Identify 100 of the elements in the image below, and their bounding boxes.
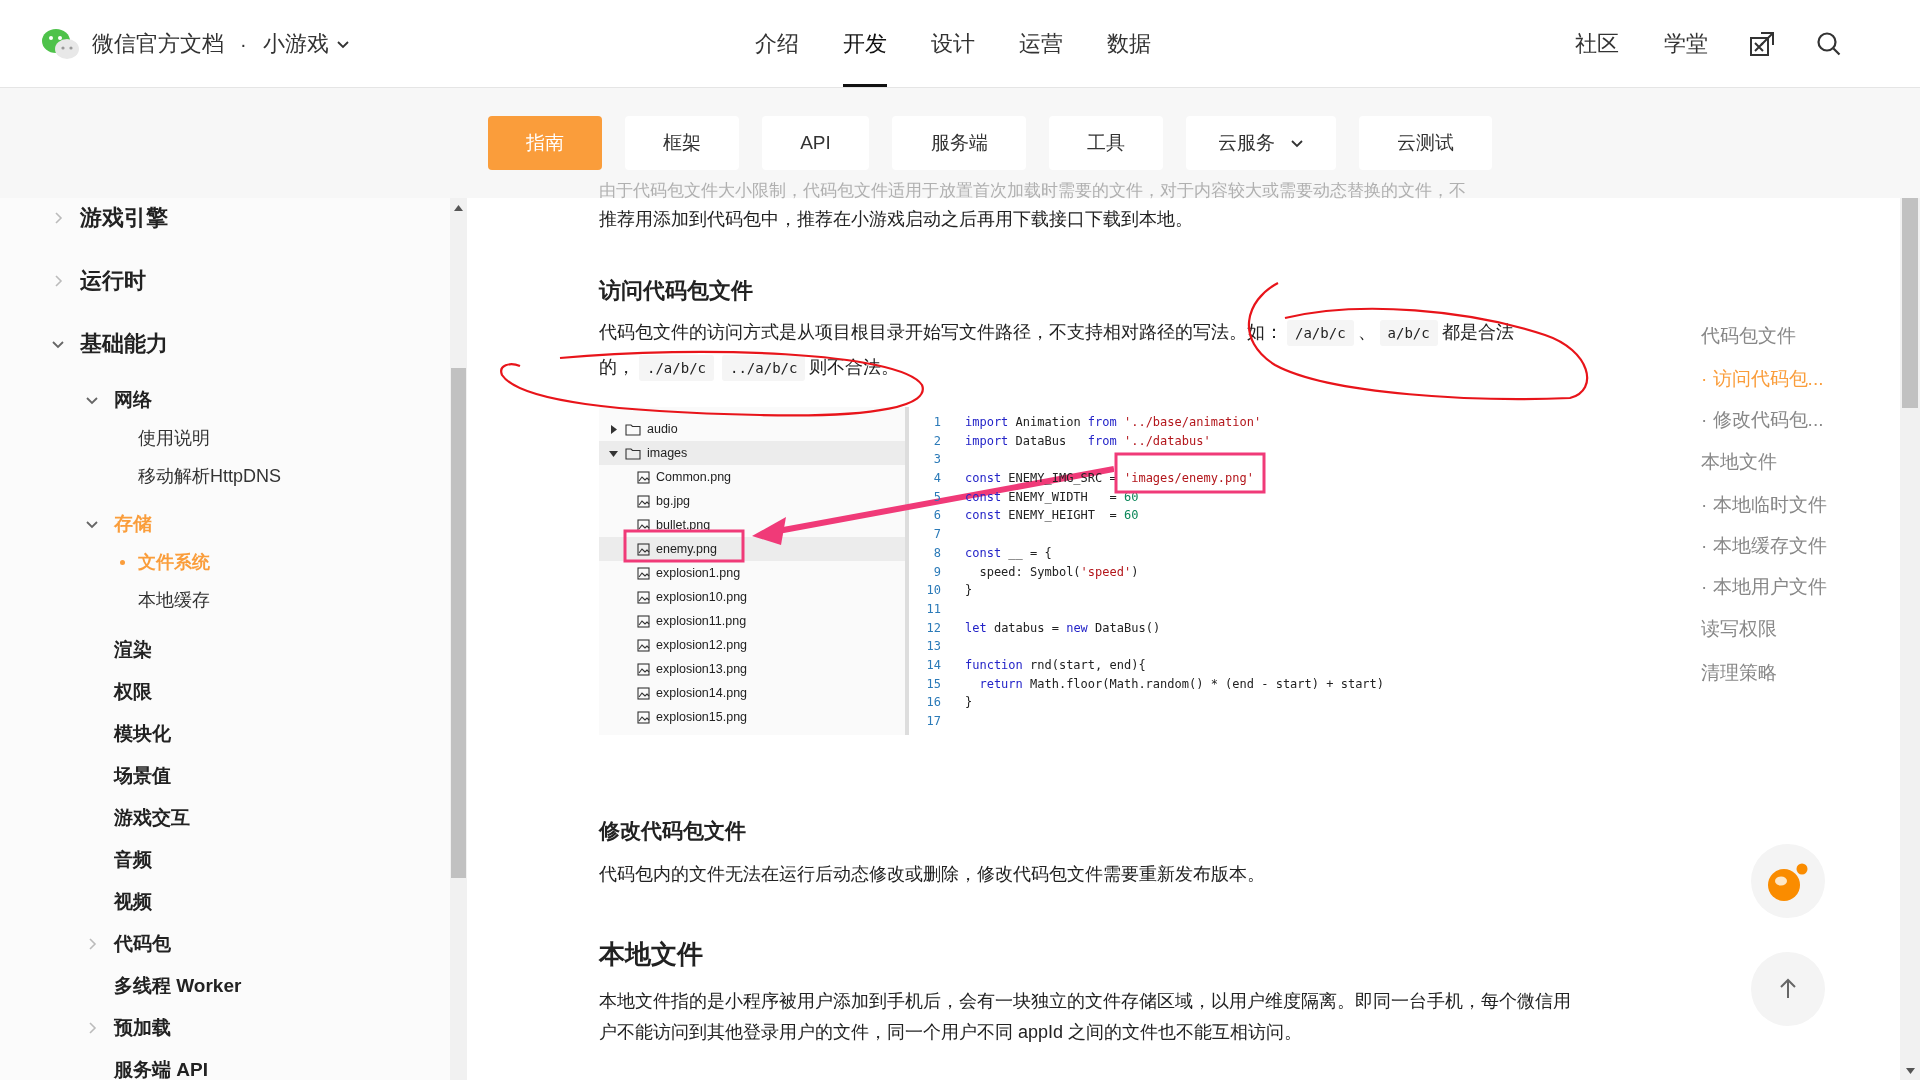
line-number: 6 <box>932 507 941 525</box>
nav-tab[interactable]: 介绍 <box>755 0 799 87</box>
product-switcher[interactable]: 小游戏 <box>262 27 351 60</box>
toc-link[interactable]: 本地文件 <box>1701 440 1900 484</box>
file-row[interactable]: explosion1.png <box>599 561 905 585</box>
caret-down-icon <box>609 448 619 458</box>
image-file-icon <box>637 470 650 484</box>
section-heading: 修改代码包文件 <box>599 818 747 844</box>
code-line: function rnd(start, end){ <box>964 656 1146 674</box>
line-number: 1 <box>932 414 941 431</box>
file-row[interactable]: explosion15.png <box>599 705 905 729</box>
paragraph: 代码包内的文件无法在运行后动态修改或删除，修改代码包文件需要重新发布版本。 <box>599 862 1266 886</box>
site-title[interactable]: 微信官方文档 <box>92 27 224 60</box>
folder-icon <box>625 422 641 436</box>
subnav-tab[interactable]: 框架 <box>625 116 739 170</box>
search-icon[interactable] <box>1816 30 1842 57</box>
code-line: speed: Symbol('speed') <box>978 563 1139 581</box>
line-number: 9 <box>932 563 941 581</box>
sidebar-item[interactable]: 基础能力 <box>80 327 168 360</box>
toc-link[interactable]: 清理策略 <box>1701 651 1900 695</box>
file-row[interactable]: explosion12.png <box>599 633 905 657</box>
page-scrollbar[interactable] <box>1900 198 1920 1080</box>
toc-link[interactable]: 读写权限 <box>1701 607 1900 651</box>
toc-link[interactable]: · 本地用户文件 <box>1701 566 1900 607</box>
subnav-tab[interactable]: 云服务 <box>1186 116 1336 170</box>
sidebar-item[interactable]: 移动解析HttpDNS <box>138 462 281 490</box>
line-number: 8 <box>932 544 941 562</box>
scroll-down-icon[interactable] <box>1905 1068 1915 1074</box>
sidebar-item[interactable]: 服务端 API <box>114 1055 208 1080</box>
sidebar-item[interactable]: 游戏交互 <box>114 803 190 833</box>
file-row[interactable]: explosion14.png <box>599 681 905 705</box>
line-number: 17 <box>925 713 941 730</box>
line-number: 14 <box>925 656 941 674</box>
file-row[interactable]: explosion13.png <box>599 657 905 681</box>
nav-tab[interactable]: 运营 <box>1019 0 1063 87</box>
code-line: const ENEMY_HEIGHT = 60 <box>964 507 1139 525</box>
paragraph: 推荐用添加到代码包中，推荐在小游戏启动之后再用下载接口下载到本地。 <box>599 208 1194 231</box>
code-line: } <box>964 694 973 712</box>
line-number: 7 <box>932 526 941 544</box>
file-row[interactable]: explosion10.png <box>599 585 905 609</box>
subnav-tab[interactable]: 服务端 <box>892 116 1026 170</box>
image-file-icon <box>637 590 650 604</box>
code-line: let databus = new DataBus() <box>964 619 1161 637</box>
sidebar-item[interactable]: 本地缓存 <box>138 586 210 614</box>
external-window-icon[interactable] <box>1748 29 1776 58</box>
sidebar-item[interactable]: 运行时 <box>80 264 146 297</box>
toc-link[interactable]: · 本地临时文件 <box>1701 484 1900 525</box>
section-heading: 访问代码包文件 <box>599 277 754 305</box>
faded-text: 由于代码包文件大小限制，代码包文件适用于放置首次加载时需要的文件，对于内容较大或需要动态替换的文件，不 <box>599 180 1467 202</box>
folder-row[interactable]: images <box>599 441 905 465</box>
sidebar-item[interactable]: 模块化 <box>114 719 171 749</box>
toc-link[interactable]: 代码包文件 <box>1701 314 1900 358</box>
line-number: 2 <box>932 432 941 450</box>
image-file-icon <box>637 686 650 700</box>
line-number: 4 <box>932 470 941 488</box>
sidebar-item[interactable]: 代码包 <box>114 929 171 959</box>
code-line: const __ = { <box>964 544 1052 562</box>
sidebar-item[interactable]: 网络 <box>114 385 152 415</box>
line-number: 11 <box>925 600 941 618</box>
image-file-icon <box>637 710 650 724</box>
nav-tab[interactable]: 数据 <box>1107 0 1151 87</box>
sidebar-scrollbar[interactable] <box>450 198 467 1080</box>
sidebar-item[interactable]: 多线程 Worker <box>114 971 242 1001</box>
sidebar-item[interactable]: 场景值 <box>114 761 171 791</box>
code-line: import DataBus from '../databus' <box>964 432 1211 450</box>
subnav-tab[interactable]: 云测试 <box>1359 116 1492 170</box>
scroll-up-icon[interactable] <box>454 205 463 211</box>
subnav-tab[interactable]: API <box>762 116 869 170</box>
image-file-icon <box>637 662 650 676</box>
folder-row[interactable]: audio <box>599 417 905 441</box>
toc-link[interactable]: · 本地缓存文件 <box>1701 525 1900 566</box>
section-heading: 本地文件 <box>599 937 704 971</box>
sidebar-item[interactable]: 游戏引擎 <box>80 201 168 234</box>
sidebar-item[interactable]: 音频 <box>114 845 152 875</box>
sidebar-item[interactable]: 预加载 <box>114 1013 171 1043</box>
sidebar-item[interactable]: 使用说明 <box>138 424 210 452</box>
code-line: } <box>964 582 973 600</box>
file-row[interactable]: enemy.png <box>599 537 905 561</box>
scroll-thumb[interactable] <box>451 368 466 878</box>
file-row[interactable]: bg.jpg <box>599 489 905 513</box>
scroll-thumb[interactable] <box>1902 198 1918 408</box>
sidebar-item[interactable]: 权限 <box>114 677 152 707</box>
file-row[interactable]: bullet.png <box>599 513 905 537</box>
bullet-icon <box>120 560 125 565</box>
paragraph: 本地文件指的是小程序被用户添加到手机后，会有一块独立的文件存储区域，以用户维度隔离。即同一台手机，每个微信用户不能访问到其他登录用户的文件，同一个用户不同 appId 之间的文件也不能互相访问。 <box>599 989 1572 1044</box>
toc-link[interactable]: · 修改代码包... <box>1701 399 1900 440</box>
sidebar-item[interactable]: 渲染 <box>114 635 152 665</box>
subnav-tab[interactable]: 工具 <box>1049 116 1163 170</box>
line-number: 10 <box>925 582 941 600</box>
sidebar-item[interactable]: 视频 <box>114 887 152 917</box>
line-number: 16 <box>925 694 941 712</box>
title-separator: · <box>240 31 247 57</box>
line-number: 12 <box>925 619 941 637</box>
file-row[interactable]: Common.png <box>599 465 905 489</box>
file-row[interactable]: explosion11.png <box>599 609 905 633</box>
image-file-icon <box>637 614 650 628</box>
image-file-icon <box>637 638 650 652</box>
nav-link[interactable]: 学堂 <box>1664 27 1708 60</box>
nav-tab[interactable]: 设计 <box>931 0 975 87</box>
nav-link[interactable]: 社区 <box>1575 27 1619 60</box>
